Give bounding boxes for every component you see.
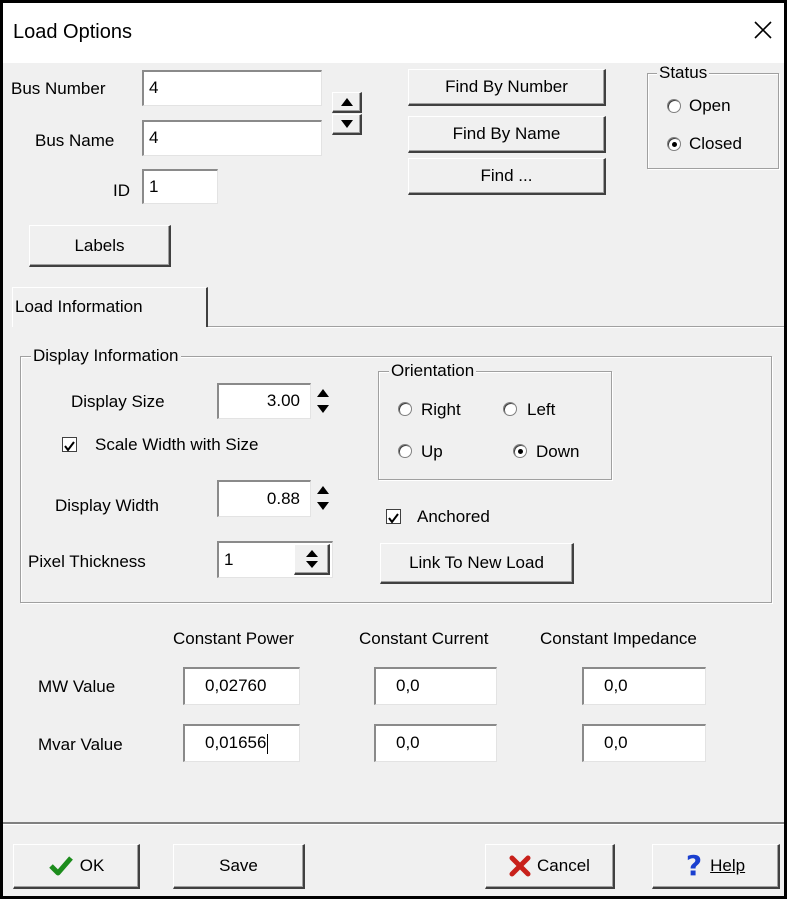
text-cursor xyxy=(267,733,269,754)
display-width-label: Display Width xyxy=(55,496,159,515)
mvar-value-label: Mvar Value xyxy=(38,735,123,754)
scale-width-label: Scale Width with Size xyxy=(95,435,259,454)
mvar-constant-impedance-field[interactable]: 0,0 xyxy=(582,724,706,762)
pixel-thickness-label: Pixel Thickness xyxy=(28,552,146,571)
load-options-dialog: Load Options Bus Number 4 Bus Name 4 ID … xyxy=(0,0,787,899)
bus-spin-down-button[interactable] xyxy=(332,114,362,135)
anchored-checkbox[interactable] xyxy=(386,509,401,524)
tab-load-information[interactable]: Load Information xyxy=(12,287,208,327)
checkmark-icon xyxy=(48,856,73,876)
display-width-spinner[interactable] xyxy=(312,482,334,516)
close-icon[interactable] xyxy=(750,16,776,44)
bus-name-label: Bus Name xyxy=(35,131,115,150)
orientation-down-label: Down xyxy=(536,442,580,461)
display-size-label: Display Size xyxy=(71,392,165,411)
display-size-field[interactable]: 3.00 xyxy=(217,383,311,419)
checkmark-icon xyxy=(64,441,75,452)
title-bar: Load Options xyxy=(3,3,784,63)
mvar-constant-power-value: 0,01656 xyxy=(205,733,267,752)
help-label: Help xyxy=(710,856,746,875)
orientation-up-label: Up xyxy=(421,442,443,461)
cancel-button[interactable]: Cancel xyxy=(485,844,615,889)
orientation-group xyxy=(378,371,612,480)
status-closed-radio[interactable] xyxy=(667,137,681,151)
help-button[interactable]: ? Help xyxy=(652,844,780,889)
find-by-number-button[interactable]: Find By Number xyxy=(408,69,606,106)
orientation-right-radio[interactable] xyxy=(398,402,412,416)
bus-name-field[interactable]: 4 xyxy=(142,120,322,156)
tab-label: Load Information xyxy=(15,297,143,316)
status-closed-label: Closed xyxy=(689,134,742,153)
pixel-thickness-value: 1 xyxy=(224,550,234,569)
mw-value-label: MW Value xyxy=(38,677,116,696)
anchored-label: Anchored xyxy=(417,507,490,526)
arrow-down-icon xyxy=(340,120,353,128)
display-size-spinner[interactable] xyxy=(312,385,334,419)
status-open-label: Open xyxy=(689,96,731,115)
orientation-up-radio[interactable] xyxy=(398,444,412,458)
bus-spin-up-button[interactable] xyxy=(332,92,362,113)
question-mark-icon: ? xyxy=(685,849,703,882)
cancel-x-icon xyxy=(509,855,531,877)
bus-number-label: Bus Number xyxy=(11,79,106,98)
mw-constant-impedance-field[interactable]: 0,0 xyxy=(582,667,706,705)
find-by-name-button[interactable]: Find By Name xyxy=(408,116,606,153)
orientation-title: Orientation xyxy=(389,361,477,381)
status-open-radio[interactable] xyxy=(667,99,681,113)
orientation-left-label: Left xyxy=(527,400,556,419)
link-to-new-load-button[interactable]: Link To New Load xyxy=(380,543,574,584)
arrow-up-icon xyxy=(340,98,353,106)
orientation-right-label: Right xyxy=(421,400,461,419)
footer-divider xyxy=(3,822,784,825)
ok-label: OK xyxy=(79,856,105,875)
constant-current-header: Constant Current xyxy=(359,629,489,648)
orientation-left-radio[interactable] xyxy=(503,402,517,416)
status-group xyxy=(647,73,779,169)
constant-power-header: Constant Power xyxy=(173,629,294,648)
ok-button[interactable]: OK xyxy=(13,844,140,889)
labels-button[interactable]: Labels xyxy=(29,225,171,267)
tab-strip-line xyxy=(208,326,784,328)
mw-constant-power-field[interactable]: 0,02760 xyxy=(183,667,300,705)
display-width-field[interactable]: 0.88 xyxy=(217,480,311,517)
checkmark-icon xyxy=(388,513,399,524)
cancel-label: Cancel xyxy=(537,856,590,875)
display-information-title: Display Information xyxy=(31,346,181,366)
orientation-down-radio[interactable] xyxy=(513,444,527,458)
mvar-constant-current-field[interactable]: 0,0 xyxy=(374,724,497,762)
constant-impedance-header: Constant Impedance xyxy=(540,629,697,648)
id-field[interactable]: 1 xyxy=(142,169,218,204)
status-title: Status xyxy=(657,63,710,83)
save-button[interactable]: Save xyxy=(173,844,305,889)
mvar-constant-power-field[interactable]: 0,01656 xyxy=(183,724,300,762)
find-button[interactable]: Find ... xyxy=(408,158,606,195)
mw-constant-current-field[interactable]: 0,0 xyxy=(374,667,497,705)
spin-arrows-icon xyxy=(305,550,318,568)
id-label: ID xyxy=(113,181,130,200)
window-title: Load Options xyxy=(13,21,132,43)
bus-number-field[interactable]: 4 xyxy=(142,70,322,106)
pixel-thickness-spinner[interactable] xyxy=(294,544,330,575)
scale-width-checkbox[interactable] xyxy=(62,437,77,452)
